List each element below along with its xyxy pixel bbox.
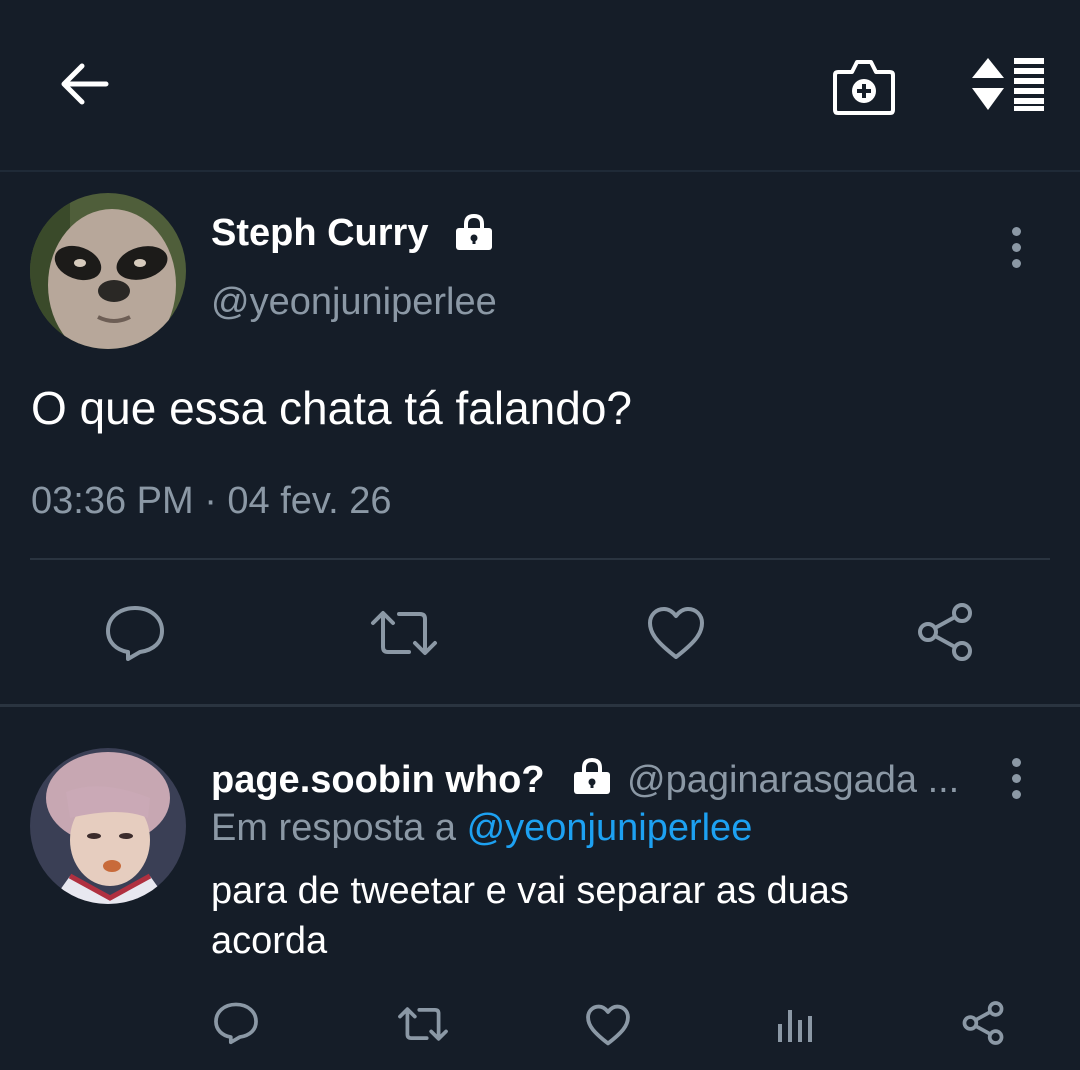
user-handle[interactable]: @yeonjuniperlee bbox=[211, 281, 497, 324]
section-separator bbox=[0, 704, 1080, 707]
reply-text-line2: acorda bbox=[211, 920, 328, 962]
reply-retweet-icon[interactable] bbox=[397, 1006, 449, 1047]
reply-text-line1: para de tweetar e vai separar as duas bbox=[211, 870, 849, 912]
reply-more-options-icon[interactable] bbox=[1012, 758, 1021, 806]
arrow-left-icon[interactable] bbox=[58, 58, 110, 110]
retweet-icon[interactable] bbox=[369, 609, 439, 662]
lock-icon bbox=[454, 212, 494, 252]
reply-handle[interactable]: @paginarasgada ... bbox=[627, 759, 959, 802]
reply-avatar[interactable] bbox=[30, 748, 186, 904]
avatar[interactable] bbox=[30, 193, 186, 349]
reply-display-name[interactable]: page.soobin who? bbox=[211, 759, 545, 802]
tweet-timestamp: 03:36 PM · 04 fev. 26 bbox=[31, 480, 392, 522]
share-icon[interactable] bbox=[914, 601, 976, 668]
tweet-text: O que essa chata tá falando? bbox=[31, 382, 632, 434]
display-name[interactable]: Steph Curry bbox=[211, 212, 428, 255]
camera-plus-icon[interactable] bbox=[832, 56, 896, 116]
divider bbox=[30, 558, 1050, 560]
like-icon[interactable] bbox=[646, 605, 706, 666]
more-options-icon[interactable] bbox=[1012, 227, 1021, 275]
analytics-icon[interactable] bbox=[776, 1006, 816, 1049]
reply-icon[interactable] bbox=[104, 604, 166, 667]
in-reply-prefix: Em resposta a bbox=[211, 807, 456, 849]
in-reply-handle-link[interactable]: @yeonjuniperlee bbox=[467, 807, 753, 849]
reply-share-icon[interactable] bbox=[960, 1000, 1006, 1051]
in-reply-to: Em resposta a @yeonjuniperlee bbox=[211, 807, 752, 850]
reply-reply-icon[interactable] bbox=[213, 1000, 259, 1051]
reply-like-icon[interactable] bbox=[585, 1003, 631, 1052]
sort-list-icon[interactable] bbox=[970, 56, 1046, 112]
top-bar bbox=[0, 0, 1080, 172]
lock-icon bbox=[572, 756, 612, 796]
